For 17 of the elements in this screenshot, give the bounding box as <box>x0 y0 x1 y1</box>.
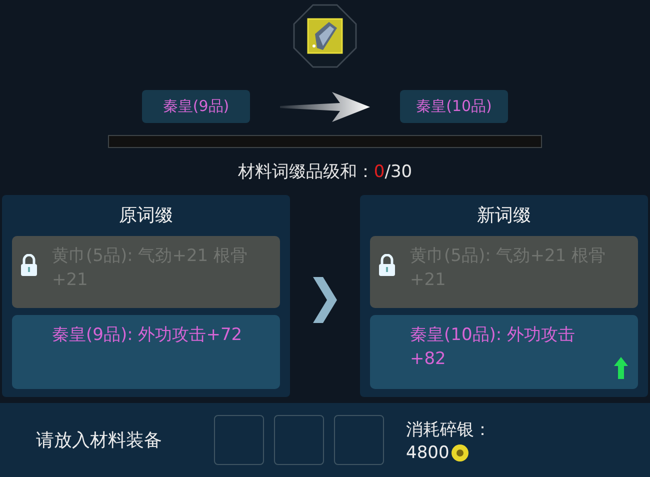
quality-sum-text: 材料词缀品级和：0/30 <box>238 161 412 183</box>
chevron-icon <box>313 277 337 323</box>
coin-icon <box>451 444 470 462</box>
arrow-icon <box>280 92 370 122</box>
tier-label: 秦皇(10品) <box>400 90 508 123</box>
material-label: 请放入材料装备 <box>36 429 163 452</box>
panel-title: 原词缀 <box>118 204 174 227</box>
material-slot[interactable] <box>214 415 264 465</box>
tier-label: 秦皇(9品) <box>142 90 250 123</box>
affix-text: 秦皇(10品): 外功攻击+82 <box>410 324 576 371</box>
panel-title: 新词缀 <box>476 204 532 227</box>
cost-label: 消耗碎银： <box>406 418 491 440</box>
cost-amount: 4800 <box>406 442 450 462</box>
equipment-icon <box>293 4 357 68</box>
material-slot[interactable] <box>274 415 324 465</box>
material-slot[interactable] <box>334 415 384 465</box>
affix-text: 秦皇(9品): 外功攻击+72 <box>52 324 244 347</box>
